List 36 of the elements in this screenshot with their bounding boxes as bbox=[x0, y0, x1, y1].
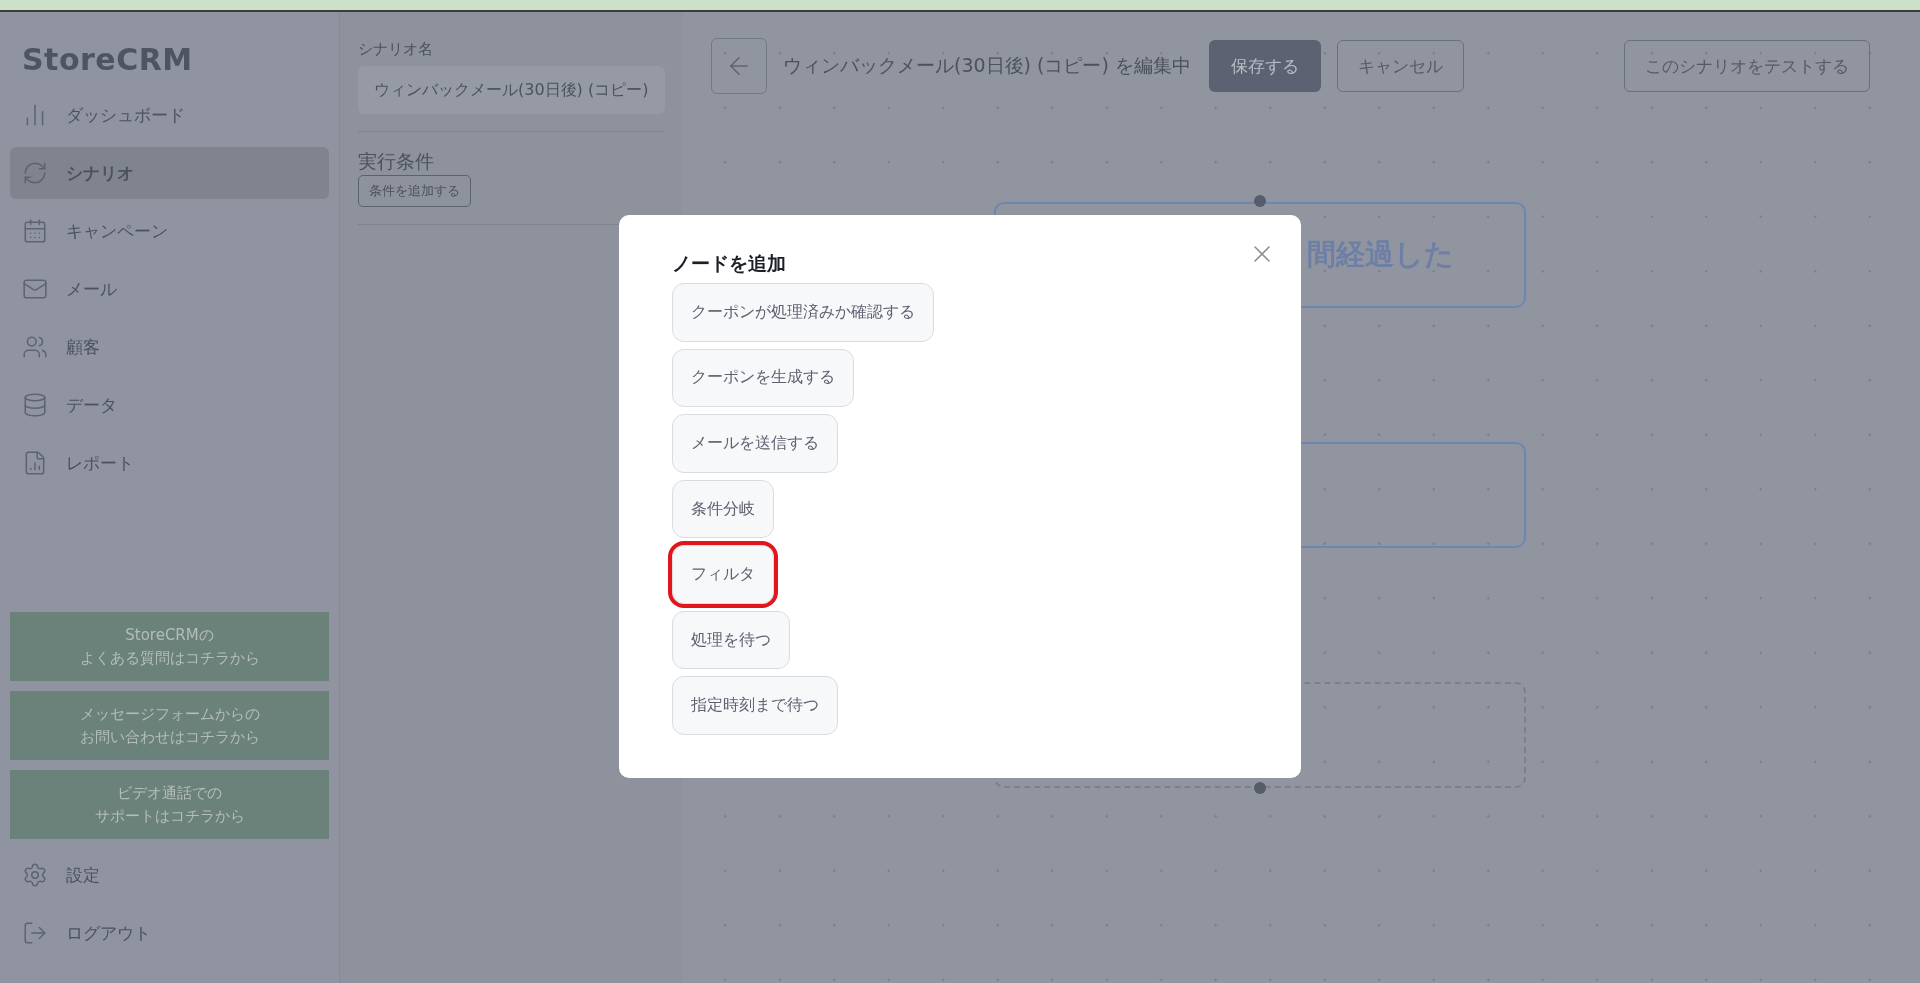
test-scenario-button[interactable]: このシナリオをテストする bbox=[1624, 40, 1870, 92]
node-option-button[interactable]: クーポンを生成する bbox=[672, 348, 854, 408]
editor-title: ウィンバックメール(30日後) (コピー) を編集中 bbox=[783, 53, 1191, 78]
cancel-button[interactable]: キャンセル bbox=[1336, 40, 1464, 92]
settings-icon bbox=[22, 862, 48, 888]
field-label: シナリオ名 bbox=[358, 40, 434, 59]
add-condition-button[interactable]: 条件を追加する bbox=[358, 175, 471, 207]
connector-handle[interactable] bbox=[1254, 195, 1266, 207]
nav-item[interactable]: レポート bbox=[10, 437, 329, 489]
nav-item[interactable]: キャンペーン bbox=[10, 205, 329, 257]
logo: StoreCRM bbox=[21, 41, 194, 79]
back-button[interactable] bbox=[711, 38, 767, 94]
dialog-title: ノードを追加 bbox=[672, 251, 786, 276]
node-option-button[interactable]: 指定時刻まで待つ bbox=[672, 676, 838, 736]
refresh-icon bbox=[22, 160, 48, 186]
nav-item[interactable]: ログアウト bbox=[10, 907, 329, 959]
database-icon bbox=[22, 392, 48, 418]
nav-item[interactable]: 設定 bbox=[10, 849, 329, 901]
scenario-name-field[interactable]: ウィンバックメール(30日後) (コピー) bbox=[358, 66, 665, 114]
help-link-button[interactable]: StoreCRMの よくある質問はコチラから bbox=[10, 612, 329, 681]
save-button[interactable]: 保存する bbox=[1208, 40, 1321, 92]
nav-item[interactable]: 顧客 bbox=[10, 321, 329, 373]
nav-item[interactable]: メール bbox=[10, 263, 329, 315]
node-option-button[interactable]: 条件分岐 bbox=[672, 479, 774, 539]
node-option-button[interactable]: 処理を待つ bbox=[672, 610, 790, 670]
users-icon bbox=[22, 334, 48, 360]
nav-item[interactable]: ダッシュボード bbox=[10, 89, 329, 141]
help-link-button[interactable]: メッセージフォームからの お問い合わせはコチラから bbox=[10, 691, 329, 760]
node-option-button[interactable]: メールを送信する bbox=[672, 414, 838, 473]
node-option-button[interactable]: クーポンが処理済みか確認する bbox=[672, 283, 934, 342]
connector-handle[interactable] bbox=[1254, 782, 1266, 794]
help-link-button[interactable]: ビデオ通話での サポートはコチラから bbox=[10, 770, 329, 839]
nav-item[interactable]: データ bbox=[10, 379, 329, 431]
logout-icon bbox=[22, 920, 48, 946]
section-title: 実行条件 bbox=[358, 149, 435, 174]
calendar-icon bbox=[22, 218, 48, 244]
